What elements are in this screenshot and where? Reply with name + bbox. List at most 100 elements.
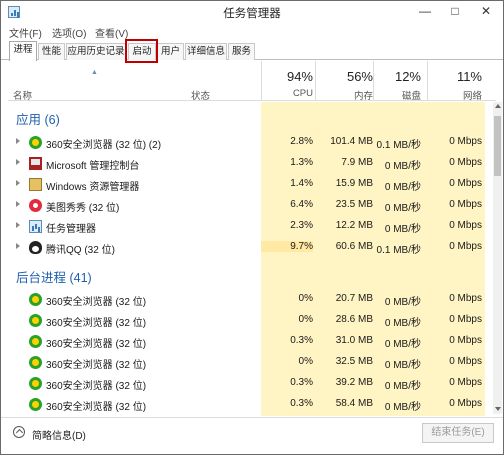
tab-performance[interactable]: 性能 [38,43,65,60]
tab-details[interactable]: 详细信息 [185,43,227,60]
browser-360-icon [29,398,42,411]
network-value: 0 Mbps [449,136,482,147]
col-network[interactable]: 网络 [427,88,482,102]
scroll-up-icon[interactable] [495,104,501,108]
startup-tab-highlight [125,39,158,63]
browser-360-icon [29,335,42,348]
scroll-thumb[interactable] [494,116,501,176]
app-row[interactable]: 任务管理器 2.3% 12.2 MB 0 MB/秒 0 Mbps [8,216,496,237]
network-value: 0 Mbps [449,335,482,346]
memory-value: 28.6 MB [335,314,373,325]
background-row[interactable]: 360安全浏览器 (32 位) 0.3% 39.2 MB 0 MB/秒 0 Mb… [8,373,496,394]
disk-value: 0 MB/秒 [384,161,421,172]
network-value: 0 Mbps [449,220,482,231]
meitu-icon [29,199,42,212]
minimize-button[interactable]: — [411,1,439,21]
footer-bar: 简略信息(D) 结束任务(E) [1,417,503,454]
col-network-percent[interactable]: 11% [427,69,482,84]
network-value: 0 Mbps [449,157,482,168]
process-name: 360安全浏览器 (32 位) [46,297,147,308]
browser-360-icon [29,377,42,390]
browser-360-icon [29,293,42,306]
expand-arrow-icon[interactable] [16,243,20,249]
memory-value: 32.5 MB [335,356,373,367]
memory-value: 101.4 MB [330,136,373,147]
expand-arrow-icon[interactable] [16,159,20,165]
end-task-button[interactable]: 结束任务(E) [422,423,494,443]
network-value: 0 Mbps [449,178,482,189]
process-name: 360安全浏览器 (32 位) [46,318,147,329]
expand-arrow-icon[interactable] [16,138,20,144]
col-cpu[interactable]: CPU [261,88,313,99]
tab-app-history[interactable]: 应用历史记录 [66,43,126,60]
cpu-value: 1.3% [290,157,313,168]
browser-360-icon [29,356,42,369]
memory-value: 23.5 MB [335,199,373,210]
disk-value: 0 MB/秒 [384,318,421,329]
cpu-value: 2.3% [290,220,313,231]
background-row[interactable]: 360安全浏览器 (32 位) 0% 32.5 MB 0 MB/秒 0 Mbps [8,352,496,373]
menu-bar: 文件(F) 选项(O) 查看(V) [1,23,503,40]
memory-value: 12.2 MB [335,220,373,231]
process-name: 360安全浏览器 (32 位) [46,402,147,413]
collapse-chevron-icon[interactable] [13,426,25,438]
cpu-value: 6.4% [290,199,313,210]
col-name[interactable]: 名称 [13,88,32,102]
cpu-value: 2.8% [290,136,313,147]
cpu-value: 0.3% [290,335,313,346]
col-status[interactable]: 状态 [191,88,210,102]
background-row[interactable]: 360安全浏览器 (32 位) 0% 28.6 MB 0 MB/秒 0 Mbps [8,310,496,331]
group-apps[interactable]: 应用 (6) [16,109,60,128]
close-button[interactable]: ✕ [472,1,500,21]
expand-arrow-icon[interactable] [16,180,20,186]
disk-value: 0 MB/秒 [384,224,421,235]
process-name: 360安全浏览器 (32 位) [46,360,147,371]
app-row[interactable]: 腾讯QQ (32 位) 9.7% 60.6 MB 0.1 MB/秒 0 Mbps [8,237,496,258]
memory-value: 7.9 MB [341,157,373,168]
background-row[interactable]: 360安全浏览器 (32 位) 0.3% 58.4 MB 0 MB/秒 0 Mb… [8,394,496,415]
vertical-scrollbar[interactable] [493,102,502,414]
memory-value: 15.9 MB [335,178,373,189]
menu-file[interactable]: 文件(F) [9,25,42,40]
background-row[interactable]: 360安全浏览器 (32 位) 0% 20.7 MB 0 MB/秒 0 Mbps [8,289,496,310]
mmc-icon [29,157,42,170]
expand-arrow-icon[interactable] [16,222,20,228]
tab-services[interactable]: 服务 [228,43,255,60]
cpu-value: 0.3% [290,377,313,388]
tab-users[interactable]: 用户 [157,43,184,60]
network-value: 0 Mbps [449,199,482,210]
disk-value: 0 MB/秒 [384,402,421,413]
col-disk[interactable]: 磁盘 [373,88,421,102]
process-name: Microsoft 管理控制台 [46,161,140,172]
scroll-down-icon[interactable] [495,407,501,411]
disk-value: 0 MB/秒 [384,297,421,308]
maximize-button[interactable]: □ [441,1,469,21]
tab-processes[interactable]: 进程 [9,41,37,61]
app-row[interactable]: 美图秀秀 (32 位) 6.4% 23.5 MB 0 MB/秒 0 Mbps [8,195,496,216]
col-memory[interactable]: 内存 [315,88,373,102]
memory-value: 31.0 MB [335,335,373,346]
title-bar[interactable]: 任务管理器 — □ ✕ [1,1,503,23]
disk-value: 0 MB/秒 [384,381,421,392]
menu-options[interactable]: 选项(O) [52,25,86,40]
process-name: Windows 资源管理器 [46,182,140,193]
app-row[interactable]: Windows 资源管理器 1.4% 15.9 MB 0 MB/秒 0 Mbps [8,174,496,195]
expand-arrow-icon[interactable] [16,201,20,207]
app-row[interactable]: 360安全浏览器 (32 位) (2) 2.8% 101.4 MB 0.1 MB… [8,132,496,153]
memory-value: 58.4 MB [335,398,373,409]
fewer-details-link[interactable]: 简略信息(D) [32,427,86,442]
menu-view[interactable]: 查看(V) [95,25,128,40]
explorer-icon [29,178,42,191]
browser-360-icon [29,314,42,327]
background-row[interactable]: 360安全浏览器 (32 位) 0.3% 31.0 MB 0 MB/秒 0 Mb… [8,331,496,352]
col-memory-percent[interactable]: 56% [315,69,373,84]
col-cpu-percent[interactable]: 94% [261,69,313,84]
col-disk-percent[interactable]: 12% [373,69,421,84]
app-row[interactable]: Microsoft 管理控制台 1.3% 7.9 MB 0 MB/秒 0 Mbp… [8,153,496,174]
tab-bar: 进程 性能 应用历史记录 启动 用户 详细信息 服务 [1,41,503,61]
cpu-value: 1.4% [290,178,313,189]
task-manager-icon [29,220,42,233]
network-value: 0 Mbps [449,293,482,304]
group-background-processes[interactable]: 后台进程 (41) [16,267,92,286]
network-value: 0 Mbps [449,356,482,367]
